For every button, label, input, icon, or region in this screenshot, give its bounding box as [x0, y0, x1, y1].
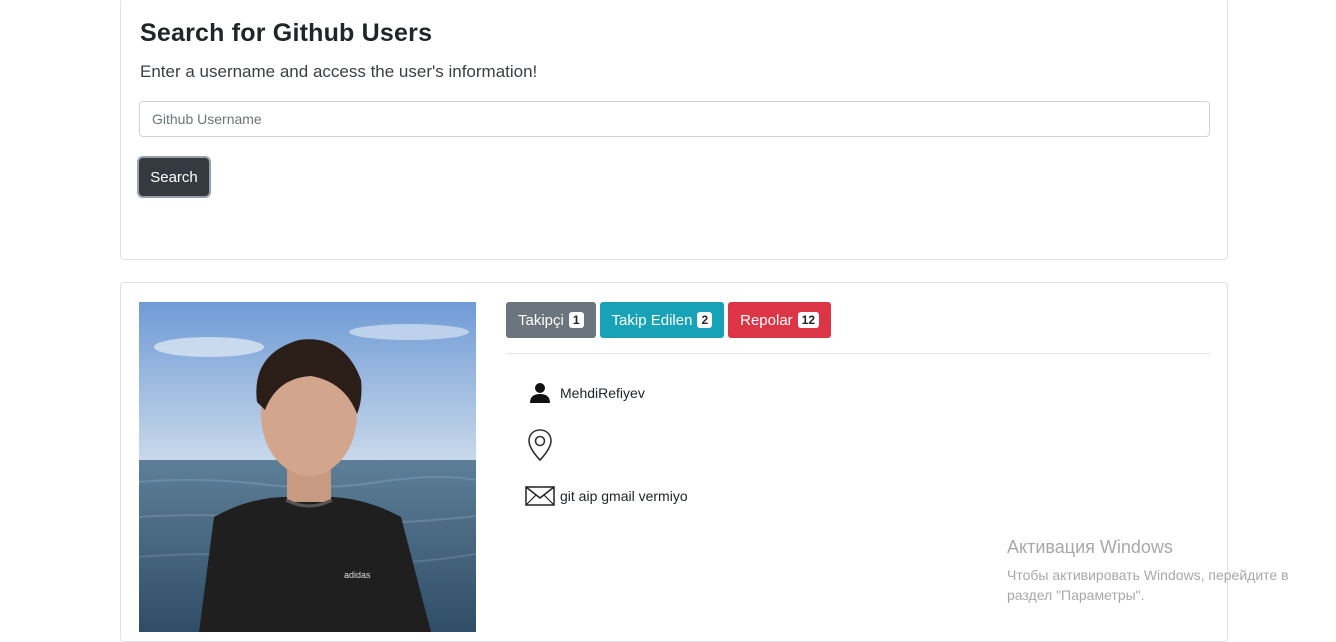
following-button[interactable]: Takip Edilen 2: [599, 302, 725, 338]
username-text: MehdiRefiyev: [560, 385, 645, 401]
location-row: [524, 428, 560, 462]
watermark-text: Чтобы активировать Windows, перейдите в …: [1007, 565, 1289, 605]
map-pin-icon: [524, 428, 556, 462]
username-row: MehdiRefiyev: [524, 381, 645, 405]
followers-button[interactable]: Takipçi 1: [506, 302, 596, 338]
email-row: git aip gmail vermiyo: [524, 486, 688, 506]
page-subtitle: Enter a username and access the user's i…: [140, 62, 538, 81]
svg-text:adidas: adidas: [344, 570, 371, 580]
email-text: git aip gmail vermiyo: [560, 488, 688, 504]
divider: [506, 353, 1210, 354]
windows-activation-watermark: Активация Windows Чтобы активировать Win…: [1007, 537, 1289, 605]
search-card: Search for Github Users Enter a username…: [120, 0, 1228, 260]
followers-label: Takipçi: [518, 311, 564, 329]
watermark-line-1: Чтобы активировать Windows, перейдите в: [1007, 567, 1289, 583]
envelope-icon: [524, 486, 556, 506]
username-search-input[interactable]: [139, 101, 1210, 137]
followers-count-badge: 1: [568, 312, 584, 328]
page-title: Search for Github Users: [140, 19, 433, 47]
watermark-title: Активация Windows: [1007, 537, 1173, 557]
following-label: Takip Edilen: [611, 311, 693, 329]
following-count-badge: 2: [697, 312, 713, 328]
repos-count-badge: 12: [797, 312, 820, 328]
repos-label: Repolar: [740, 311, 793, 329]
watermark-line-2: раздел "Параметры".: [1007, 587, 1145, 603]
repos-button[interactable]: Repolar 12: [728, 302, 832, 338]
stats-badges: Takipçi 1 Takip Edilen 2 Repolar 12: [506, 302, 832, 338]
avatar: adidas: [139, 302, 476, 632]
search-button[interactable]: Search: [139, 158, 209, 196]
person-icon: [524, 381, 556, 405]
